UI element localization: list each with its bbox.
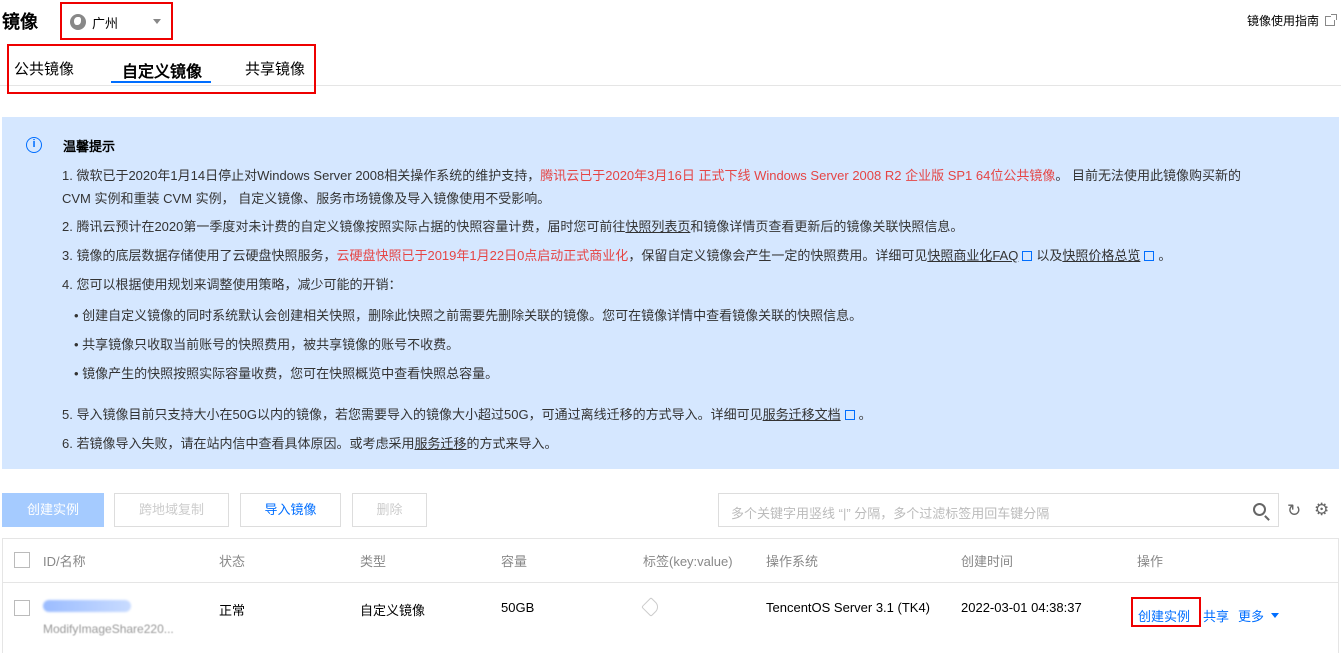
external-link-icon	[1144, 251, 1155, 261]
row-checkbox[interactable]	[14, 600, 30, 616]
column-header-actions: 操作	[1137, 554, 1164, 569]
external-link-icon	[1325, 13, 1337, 26]
os-text: TencentOS Server 3.1 (TK4)	[766, 600, 931, 615]
column-header-status: 状态	[219, 554, 246, 569]
column-header-id: ID/名称	[43, 554, 86, 569]
notice-line-5: 5. 导入镜像目前只支持大小在50G以内的镜像，若您需要导入的镜像大小超过50G…	[62, 407, 872, 422]
image-name: ModifyImageShare220...	[43, 622, 174, 636]
column-header-os: 操作系统	[766, 554, 819, 569]
info-icon: i	[26, 137, 42, 153]
external-link-icon	[844, 410, 855, 420]
external-link-icon	[1022, 251, 1033, 261]
notice-line-1-cont: CVM 实例和重装 CVM 实例， 自定义镜像、服务市场镜像及导入镜像使用不受影…	[62, 191, 551, 206]
notice-bullet-2: • 共享镜像只收取当前账号的快照费用，被共享镜像的账号不收费。	[74, 337, 460, 352]
row-share-link[interactable]: 共享	[1203, 606, 1229, 625]
row-create-instance-link[interactable]: 创建实例	[1138, 606, 1190, 625]
delete-button[interactable]: 删除	[352, 493, 427, 527]
notice-title: 温馨提示	[63, 139, 116, 154]
page-title: 镜像	[2, 12, 38, 32]
region-label: 广州	[92, 15, 119, 31]
region-selector[interactable]: 广州	[70, 12, 165, 32]
type-text: 自定义镜像	[360, 603, 426, 618]
chevron-down-icon	[1271, 613, 1279, 618]
header-divider	[3, 582, 1338, 583]
image-id-link[interactable]	[43, 600, 131, 612]
notice-line-1: 1. 微软已于2020年1月14日停止对Windows Server 2008相…	[62, 168, 1241, 183]
notice-line-3: 3. 镜像的底层数据存储使用了云硬盘快照服务，云硬盘快照已于2019年1月22日…	[62, 248, 1172, 263]
select-all-checkbox[interactable]	[14, 552, 30, 568]
globe-icon	[70, 14, 86, 30]
image-table: ID/名称 状态 类型 容量 标签(key:value) 操作系统 创建时间 操…	[2, 538, 1339, 653]
migration-link[interactable]: 服务迁移	[414, 436, 466, 451]
tag-icon[interactable]	[641, 597, 661, 617]
tab-custom-images[interactable]: 自定义镜像	[122, 58, 202, 82]
notice-panel: i 温馨提示 1. 微软已于2020年1月14日停止对Windows Serve…	[2, 117, 1339, 469]
snapshot-price-link[interactable]: 快照价格总览	[1062, 248, 1140, 263]
guide-link[interactable]: 镜像使用指南	[1246, 12, 1337, 29]
region-highlight: 广州	[60, 2, 173, 40]
notice-line-2: 2. 腾讯云预计在2020第一季度对未计费的自定义镜像按照实际占据的快照容量计费…	[62, 219, 964, 234]
row-more-link[interactable]: 更多	[1238, 606, 1264, 625]
notice-line-4: 4. 您可以根据使用规划来调整使用策略，减少可能的开销：	[62, 277, 402, 292]
capacity-text: 50GB	[501, 600, 535, 615]
created-time: 2022-03-01 04:38:37	[961, 600, 1082, 615]
notice-bullet-1: • 创建自定义镜像的同时系统默认会创建相关快照，删除此快照之前需要先删除关联的镜…	[74, 308, 863, 323]
snapshot-list-link[interactable]: 快照列表页	[625, 219, 690, 234]
snapshot-faq-link[interactable]: 快照商业化FAQ	[927, 248, 1018, 263]
import-image-button[interactable]: 导入镜像	[240, 493, 341, 527]
gear-icon[interactable]: ⚙	[1314, 500, 1329, 520]
refresh-icon[interactable]: ↻	[1287, 501, 1301, 521]
search-input[interactable]: 多个关键字用竖线 “|” 分隔，多个过滤标签用回车键分隔	[718, 493, 1279, 527]
tab-public-images[interactable]: 公共镜像	[14, 58, 74, 79]
column-header-type: 类型	[360, 554, 387, 569]
status-text: 正常	[219, 603, 246, 618]
search-placeholder: 多个关键字用竖线 “|” 分隔，多个过滤标签用回车键分隔	[731, 506, 1050, 521]
active-tab-indicator	[111, 81, 211, 83]
column-header-capacity: 容量	[501, 554, 528, 569]
migration-doc-link[interactable]: 服务迁移文档	[763, 407, 841, 422]
chevron-down-icon	[153, 19, 161, 24]
column-header-created: 创建时间	[961, 554, 1014, 569]
search-icon[interactable]	[1253, 503, 1266, 516]
notice-line-6: 6. 若镜像导入失败，请在站内信中查看具体原因。或考虑采用服务迁移的方式来导入。	[62, 436, 558, 451]
notice-bullet-3: • 镜像产生的快照按照实际容量收费，您可在快照概览中查看快照总容量。	[74, 366, 499, 381]
guide-label: 镜像使用指南	[1246, 14, 1319, 28]
tab-shared-images[interactable]: 共享镜像	[245, 58, 305, 79]
column-header-tags: 标签(key:value)	[643, 554, 733, 569]
create-instance-button[interactable]: 创建实例	[2, 493, 104, 527]
tabs-highlight: 公共镜像 自定义镜像 共享镜像	[7, 44, 316, 94]
cross-region-copy-button[interactable]: 跨地域复制	[114, 493, 229, 527]
